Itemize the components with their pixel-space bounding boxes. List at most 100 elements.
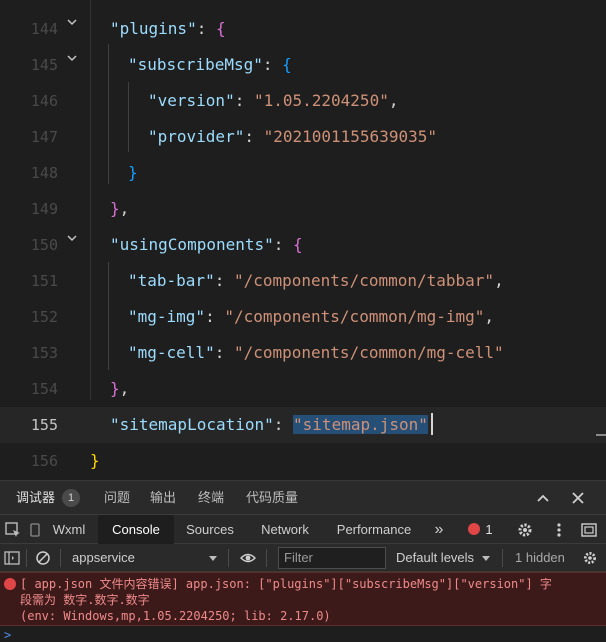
line-number: 145: [30, 56, 58, 74]
line-number: 156: [30, 452, 58, 470]
inspect-element-icon[interactable]: [4, 521, 22, 539]
code-token: :: [214, 271, 234, 290]
indent-guide: [90, 0, 91, 400]
code-text: "mg-cell": "/components/common/mg-cell": [128, 335, 504, 371]
code-token: :: [244, 127, 264, 146]
indent-guide: [128, 82, 129, 152]
error-count[interactable]: 1: [482, 515, 496, 544]
code-text: "sitemapLocation": "sitemap.json": [110, 407, 428, 443]
code-text: },: [110, 191, 129, 227]
code-token: :: [214, 343, 234, 362]
code-token: "plugins": [110, 19, 197, 38]
line-number: 144: [30, 20, 58, 38]
console-prompt[interactable]: >: [4, 628, 11, 642]
sidebar-toggle-icon[interactable]: [4, 550, 20, 566]
code-text: "usingComponents": {: [110, 227, 303, 263]
tab-debugger[interactable]: 调试器: [16, 481, 55, 515]
code-token: "tab-bar": [128, 271, 215, 290]
error-message[interactable]: [ app.json 文件内容错误] app.json: ["plugins"]…: [0, 572, 606, 626]
code-token: :: [196, 19, 216, 38]
fold-chevron-icon[interactable]: [66, 15, 80, 29]
chevron-down-icon[interactable]: [205, 550, 221, 566]
code-editor[interactable]: }, 144"plugins": {145"subscribeMsg": {14…: [0, 0, 606, 477]
filter-input[interactable]: Filter: [278, 547, 386, 569]
chevron-up-icon[interactable]: [535, 490, 551, 506]
tab-sources[interactable]: Sources: [178, 515, 242, 544]
fold-chevron-icon[interactable]: [66, 231, 80, 245]
tab-output[interactable]: 输出: [150, 481, 176, 515]
log-levels-select[interactable]: Default levels: [396, 544, 474, 572]
code-token: :: [273, 235, 294, 254]
code-token: "sitemapLocation": [110, 415, 274, 434]
error-icon[interactable]: [468, 523, 480, 535]
device-toggle-icon[interactable]: [26, 521, 44, 539]
divider: [60, 549, 61, 567]
code-line[interactable]: 156}: [0, 443, 606, 477]
gear-icon[interactable]: [516, 521, 534, 539]
code-token: ,: [119, 199, 130, 218]
code-line[interactable]: 155 "sitemapLocation": "sitemap.json": [0, 407, 606, 443]
console-output[interactable]: [ app.json 文件内容错误] app.json: ["plugins"]…: [0, 572, 606, 642]
eye-icon[interactable]: [240, 550, 256, 566]
error-text-line: 段需为 数字.数字.数字: [20, 593, 150, 607]
code-token: ,: [494, 271, 504, 290]
code-token: :: [234, 91, 254, 110]
gear-icon[interactable]: [582, 550, 598, 566]
code-token: :: [205, 307, 225, 326]
more-tabs-button[interactable]: »: [428, 515, 450, 544]
devtools-tab-bar: Wxml Console Sources Network Performance…: [0, 514, 606, 544]
code-token: }: [90, 451, 100, 470]
code-token: {: [282, 55, 292, 74]
error-env-line: (env: Windows,mp,1.05.2204250; lib: 2.17…: [20, 609, 331, 623]
dock-side-icon[interactable]: [580, 521, 598, 539]
line-number: 148: [30, 164, 58, 182]
code-token: "subscribeMsg": [128, 55, 263, 74]
indent-guide: [108, 262, 109, 370]
line-number: 153: [30, 344, 58, 362]
code-token: "/components/common/mg-img": [224, 307, 485, 326]
code-token: {: [215, 19, 226, 38]
error-icon: [4, 578, 16, 590]
code-text: "provider": "2021001155639035": [148, 119, 437, 155]
code-token: :: [273, 415, 294, 434]
partial-top-line: },: [110, 0, 129, 8]
code-token: :: [262, 55, 283, 74]
hidden-count: 1 hidden: [515, 550, 565, 565]
line-number: 149: [30, 200, 58, 218]
chevron-down-icon[interactable]: [478, 550, 494, 566]
code-token: "provider": [148, 127, 245, 146]
code-token: }: [110, 379, 120, 398]
scrollbar-marker[interactable]: [596, 434, 606, 436]
code-token: ,: [484, 307, 495, 326]
tab-console[interactable]: Console: [98, 515, 174, 544]
code-text: },: [110, 371, 129, 407]
code-token: "mg-img": [128, 307, 206, 326]
tab-wxml[interactable]: Wxml: [44, 515, 94, 544]
code-text: "subscribeMsg": {: [128, 47, 292, 83]
debugger-count-badge: 1: [62, 489, 80, 507]
code-token: ,: [388, 91, 399, 110]
line-number: 155: [30, 416, 58, 434]
tab-code-quality[interactable]: 代码质量: [246, 481, 298, 515]
tab-performance[interactable]: Performance: [328, 515, 420, 544]
code-token: {: [293, 235, 303, 254]
tab-terminal[interactable]: 终端: [198, 481, 224, 515]
line-number: 146: [30, 92, 58, 110]
line-number: 150: [30, 236, 58, 254]
code-token: }: [128, 163, 138, 182]
context-select[interactable]: appservice: [72, 544, 135, 572]
line-number: 152: [30, 308, 58, 326]
divider: [502, 549, 503, 567]
code-token: "/components/common/tabbar": [233, 271, 495, 290]
code-text: }: [90, 443, 100, 477]
close-icon[interactable]: [570, 490, 586, 506]
tab-problems[interactable]: 问题: [104, 481, 130, 515]
divider: [228, 549, 229, 567]
clear-console-icon[interactable]: [35, 550, 51, 566]
text-cursor: [431, 413, 433, 435]
more-options-icon[interactable]: [550, 521, 568, 539]
error-text-line: [ app.json 文件内容错误] app.json: ["plugins"]…: [20, 577, 552, 591]
code-token: "/components/common/mg-cell": [233, 343, 504, 362]
fold-chevron-icon[interactable]: [66, 51, 80, 65]
tab-network[interactable]: Network: [250, 515, 320, 544]
